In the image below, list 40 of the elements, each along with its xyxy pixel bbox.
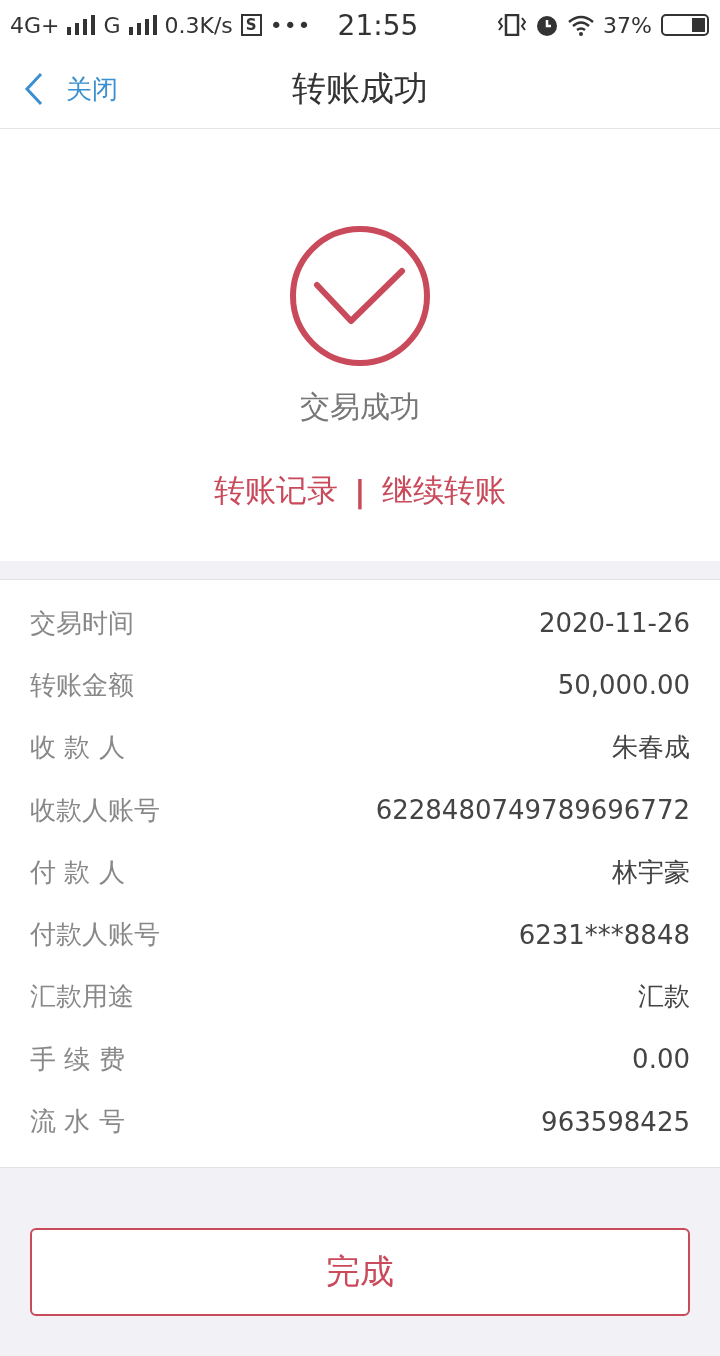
detail-label: 汇款用途 xyxy=(30,980,134,1014)
continue-transfer-link[interactable]: 继续转账 xyxy=(381,470,506,512)
signal-icon xyxy=(67,15,96,35)
detail-label: 流 水 号 xyxy=(30,1105,125,1138)
network-type: G xyxy=(103,12,121,38)
alarm-icon xyxy=(535,13,560,37)
transfer-records-link[interactable]: 转账记录 xyxy=(214,470,339,512)
separator: | xyxy=(354,473,366,509)
detail-value: 2020-11-26 xyxy=(538,608,690,639)
clock-time: 21:55 xyxy=(337,8,419,42)
detail-label: 手 续 费 xyxy=(30,1042,125,1076)
battery-percent: 37% xyxy=(603,12,652,38)
detail-label: 收 款 人 xyxy=(30,731,125,765)
app-badge: S xyxy=(240,14,262,36)
detail-value: 0.00 xyxy=(632,1044,690,1075)
done-button[interactable]: 完成 xyxy=(30,1227,690,1316)
detail-value: 朱春成 xyxy=(612,731,690,765)
back-button[interactable]: 关闭 xyxy=(0,71,118,107)
detail-value: 汇款 xyxy=(638,980,690,1014)
detail-value: 林宇豪 xyxy=(612,855,690,889)
success-check-icon xyxy=(289,225,431,367)
vibrate-icon xyxy=(497,14,528,36)
page-title: 转账成功 xyxy=(292,67,428,110)
signal-icon xyxy=(128,15,157,35)
detail-label: 交易时间 xyxy=(30,606,134,640)
detail-label: 转账金额 xyxy=(30,668,134,702)
detail-value: 6228480749789696772 xyxy=(375,795,690,826)
detail-label: 收款人账号 xyxy=(30,793,160,827)
chevron-left-icon xyxy=(24,72,44,106)
detail-value: 50,000.00 xyxy=(557,670,690,701)
network-type: 4G+ xyxy=(10,12,60,38)
detail-label: 付款人账号 xyxy=(30,918,160,952)
detail-label: 付 款 人 xyxy=(30,855,125,889)
detail-value: 963598425 xyxy=(541,1106,690,1137)
success-message: 交易成功 xyxy=(300,388,420,426)
detail-value: 6231***8848 xyxy=(518,919,690,950)
wifi-icon xyxy=(567,14,596,36)
battery-icon xyxy=(660,14,710,36)
network-speed: 0.3K/s xyxy=(164,12,233,38)
more-indicator: ••• xyxy=(269,12,312,38)
